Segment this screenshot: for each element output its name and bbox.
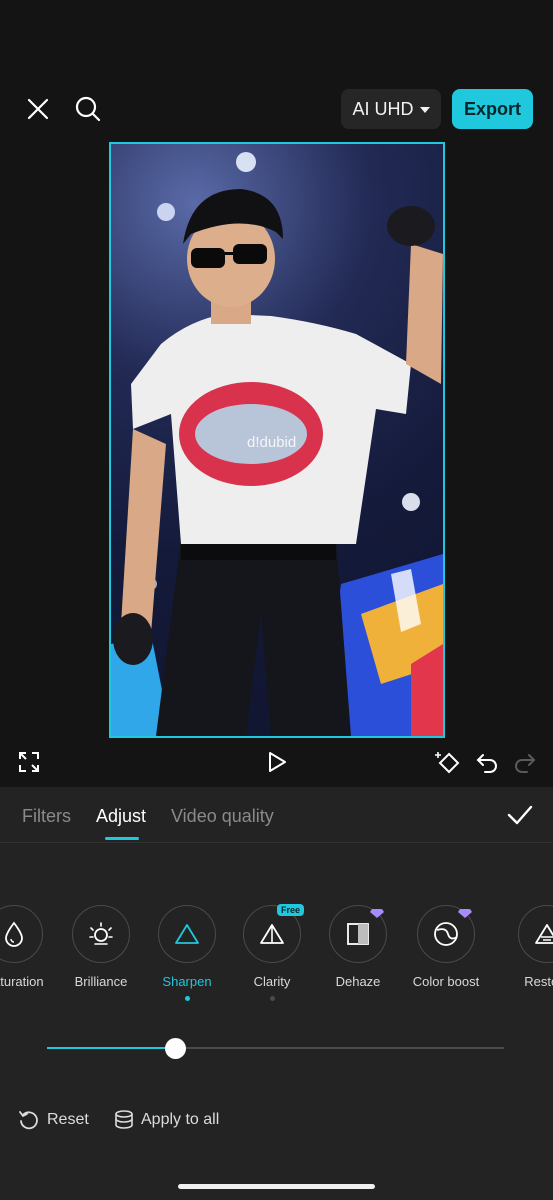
triangle-icon [175,924,199,944]
undo-icon [476,754,497,773]
chevron-down-icon [419,107,430,113]
confirm-button[interactable] [506,802,534,828]
restore-icon [535,924,553,944]
premium-gem-icon [370,909,384,918]
reset-label: Reset [47,1111,89,1128]
redo-button[interactable] [512,748,538,776]
export-button[interactable]: Export [452,89,533,129]
tool-dot [269,996,275,1001]
tool-color-boost[interactable]: Color boost [396,905,496,989]
tool-dehaze[interactable]: Dehaze [308,905,408,989]
redo-icon [515,754,536,773]
free-badge: Free [277,904,305,916]
dehaze-icon [347,923,369,945]
quality-label: AI UHD [352,98,414,119]
close-button[interactable] [22,93,54,125]
active-tool-dot [184,996,190,1001]
checkmark-icon [507,805,533,825]
play-icon [269,752,286,772]
tool-brilliance[interactable]: Brilliance [51,905,151,989]
preview-watermark: d!dubid [247,434,297,451]
tab-bar: Filters Adjust Video quality [0,787,553,843]
search-icon [75,96,101,122]
tool-label: Color boost [412,974,480,989]
active-tab-indicator [105,837,139,840]
keyframe-button[interactable] [434,748,462,776]
apply-to-all-label: Apply to all [141,1111,220,1128]
reset-icon [19,1111,38,1130]
tab-video-quality[interactable]: Video quality [171,806,274,827]
reset-button[interactable]: Reset [18,1109,89,1131]
tool-label: Clarity [253,974,291,989]
sun-icon [89,922,113,945]
tool-label: Restore [524,974,553,989]
keyframe-icon [435,752,460,774]
droplet-icon [5,921,23,947]
quality-dropdown[interactable]: AI UHD [341,89,441,129]
tool-label: Brilliance [74,974,128,989]
tool-label: Dehaze [335,974,381,989]
apply-to-all-button[interactable]: Apply to all [114,1109,219,1131]
undo-button[interactable] [474,748,500,776]
home-indicator [178,1184,375,1189]
tool-restore[interactable]: Restore [497,905,553,989]
fullscreen-icon [19,752,39,772]
fullscreen-button[interactable] [16,748,42,776]
tab-filters[interactable]: Filters [22,806,71,827]
layers-icon [115,1110,133,1129]
close-icon [27,98,49,120]
premium-gem-icon [458,909,472,918]
adjust-panel: Filters Adjust Video quality Saturation … [0,787,553,1200]
tab-adjust[interactable]: Adjust [96,806,146,827]
tool-clarity[interactable]: Free Clarity [222,904,322,1001]
play-button[interactable] [264,748,290,776]
intensity-slider-knob[interactable] [165,1038,186,1059]
intensity-slider-fill [47,1047,175,1049]
search-button[interactable] [72,93,104,125]
video-preview[interactable]: d!dubid [109,142,445,738]
clarity-icon [260,924,284,944]
color-boost-icon [434,922,458,946]
